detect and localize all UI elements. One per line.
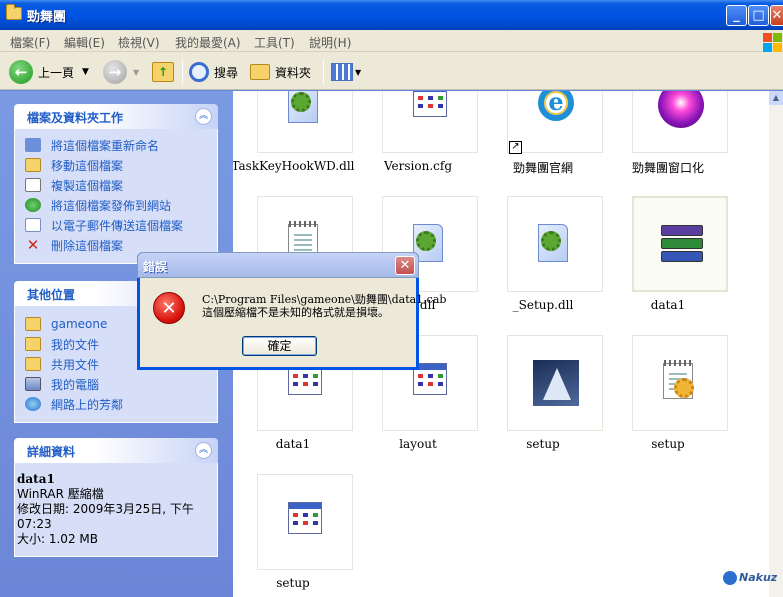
file-item-selected[interactable]: data1 [608,196,728,316]
search-label: 搜尋 [214,65,239,80]
menu-help[interactable]: 說明(H) [309,34,351,51]
menu-edit[interactable]: 編輯(E) [64,34,105,51]
menu-tools[interactable]: 工具(T) [254,34,295,51]
file-name: setup [276,576,310,590]
winrar-archive-icon [661,225,703,263]
scroll-up-icon[interactable]: ▲ [769,91,783,105]
back-arrow-icon: ← [9,60,33,84]
move-icon [25,158,41,172]
ok-button[interactable]: 確定 [242,336,317,356]
error-path: C:\Program Files\gameone\勁舞團\data1.cab [202,293,447,306]
back-button[interactable]: ← 上一頁 ▼ [9,59,89,85]
watermark: Nakuz [723,571,777,585]
folder-icon [6,4,22,20]
title-bar: 勁舞團 _ □ ✕ [0,0,783,30]
file-name: setup [651,437,685,451]
folders-icon [250,64,270,80]
error-message: C:\Program Files\gameone\勁舞團\data1.cab 這… [202,293,446,319]
detail-modified-time: 07:23 [17,517,52,531]
task-move[interactable]: 移動這個檔案 [25,155,217,175]
setup-config-icon [663,360,694,399]
collapse-icon[interactable]: ︽ [195,108,212,125]
error-dialog: 錯誤 ✕ ✕ C:\Program Files\gameone\勁舞團\data… [137,252,446,370]
dialog-title: 錯誤 [143,260,168,274]
dll-file-icon [538,224,568,262]
detail-filetype: WinRAR 壓縮檔 [17,487,104,501]
collapse-icon[interactable]: ︽ [195,442,212,459]
place-my-computer[interactable]: 我的電腦 [25,374,217,394]
config-file-icon [413,91,447,117]
file-name: data1 [650,298,686,312]
file-item[interactable]: 勁舞團窗口化 [608,91,728,177]
dropdown-arrow-icon[interactable]: ▼ [355,68,361,77]
panel-title: 其他位置 [27,288,76,302]
panel-title: 檔案及資料夾工作 [27,111,124,125]
file-tasks-panel: 檔案及資料夾工作 ︽ 將這個檔案重新命名 移動這個檔案 複製這個檔案 將這個檔案… [14,104,218,264]
my-documents-icon [25,337,41,351]
globe-icon [25,198,41,212]
file-name: 勁舞團窗口化 [631,161,704,175]
forward-button[interactable]: → ▼ [103,59,139,85]
dialog-close-button[interactable]: ✕ [395,256,415,275]
views-icon [331,63,353,81]
vertical-scrollbar[interactable]: ▲ [769,91,783,597]
rename-icon [25,138,41,152]
dll-file-icon [288,91,318,123]
folder-icon [25,317,41,331]
panel-title: 詳細資料 [27,445,76,459]
delete-x-icon: ✕ [26,236,40,254]
up-folder-icon: ↑ [152,62,174,82]
toolbar: ← 上一頁 ▼ → ▼ ↑ 搜尋 資料夾 ▼ [0,52,783,90]
computer-icon [25,377,41,391]
game-app-icon [658,91,704,128]
watermark-logo-icon [723,571,737,585]
task-rename[interactable]: 將這個檔案重新命名 [25,135,217,155]
menu-bar: 檔案(F) 編輯(E) 檢視(V) 我的最愛(A) 工具(T) 說明(H) [0,30,783,52]
up-folder-button[interactable]: ↑ [152,59,174,85]
menu-view[interactable]: 檢視(V) [118,34,160,51]
dialog-title-bar[interactable]: 錯誤 ✕ [137,252,419,278]
task-email[interactable]: 以電子郵件傳送這個檔案 [25,215,217,235]
setup-file-icon [288,502,322,534]
menu-file[interactable]: 檔案(F) [10,34,50,51]
copy-icon [25,178,41,192]
internet-explorer-icon: e [538,91,574,121]
detail-size: 大小: 1.02 MB [17,532,98,546]
dropdown-arrow-icon[interactable]: ▼ [82,67,89,77]
windows-logo-icon [761,30,783,52]
details-header[interactable]: 詳細資料 ︽ [14,438,218,463]
close-button[interactable]: ✕ [770,5,783,26]
setup-installer-icon [533,360,579,406]
place-network[interactable]: 網路上的芳鄰 [25,394,217,414]
views-button[interactable]: ▼ [331,59,361,85]
shared-folder-icon [25,357,41,371]
details-panel: 詳細資料 ︽ data1 WinRAR 壓縮檔 修改日期: 2009年3月25日… [14,438,218,557]
forward-arrow-icon: → [103,60,127,84]
network-icon [25,397,41,411]
search-button[interactable]: 搜尋 [189,59,238,85]
task-publish[interactable]: 將這個檔案發佈到網站 [25,195,217,215]
folders-label: 資料夾 [275,65,312,80]
file-item[interactable]: setup [233,474,353,594]
envelope-icon [25,218,41,232]
detail-modified: 修改日期: 2009年3月25日, 下午 [17,502,194,516]
maximize-button[interactable]: □ [748,5,769,26]
search-icon [189,62,209,82]
folders-button[interactable]: 資料夾 [250,59,311,85]
dropdown-arrow-icon[interactable]: ▼ [133,68,139,77]
back-label: 上一頁 [38,65,75,80]
shortcut-arrow-icon: ↗ [509,141,522,154]
window-title: 勁舞團 [27,10,67,25]
detail-filename: data1 [17,472,55,486]
error-icon: ✕ [153,292,185,324]
file-tasks-header[interactable]: 檔案及資料夾工作 ︽ [14,104,218,129]
task-copy[interactable]: 複製這個檔案 [25,175,217,195]
error-text: 這個壓縮檔不是未知的格式就是損壞。 [202,306,389,319]
menu-favorites[interactable]: 我的最愛(A) [175,34,241,51]
file-item[interactable]: setup [608,335,728,455]
minimize-button[interactable]: _ [726,5,747,26]
